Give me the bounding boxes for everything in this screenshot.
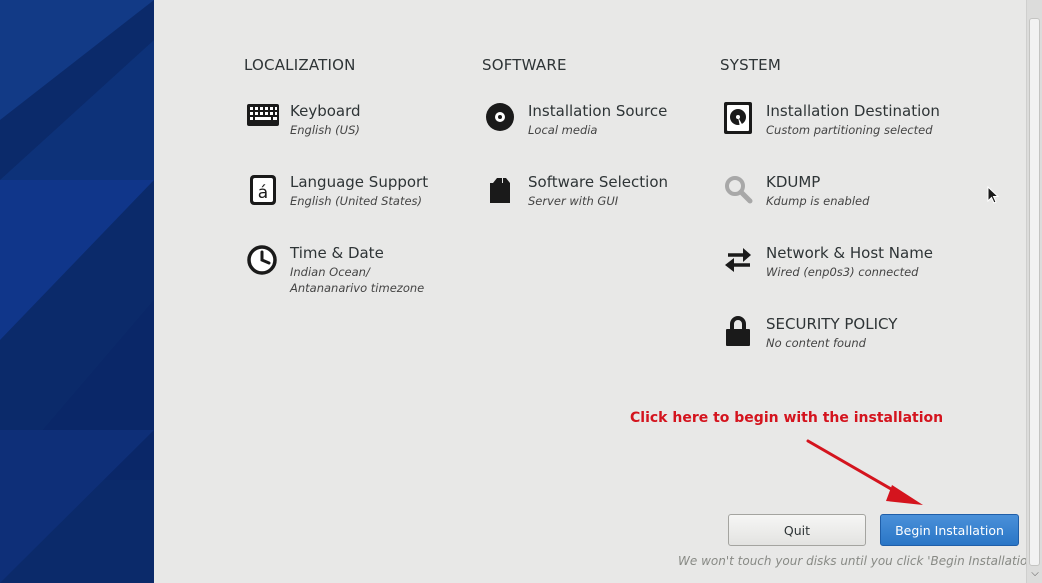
annotation-text: Click here to begin with the installatio…	[630, 410, 944, 426]
system-heading: SYSTEM	[720, 56, 781, 74]
spoke-language-support[interactable]: á Language Support English (United State…	[246, 173, 446, 233]
annotation-arrow-icon	[806, 439, 923, 505]
mouse-cursor-icon	[987, 186, 1000, 204]
lock-icon	[722, 315, 756, 349]
spoke-status: No content found	[766, 336, 866, 350]
keyboard-icon	[246, 102, 280, 136]
spoke-title: Language Support	[290, 173, 429, 191]
spoke-installation-destination[interactable]: Installation Destination Custom partitio…	[722, 102, 962, 162]
spoke-kdump[interactable]: KDUMP Kdump is enabled	[722, 173, 962, 233]
spoke-installation-source[interactable]: Installation Source Local media	[484, 102, 704, 162]
spoke-status: English (United States)	[290, 194, 423, 208]
spoke-status-line1: Indian Ocean/	[290, 265, 370, 279]
spoke-status: Server with GUI	[528, 194, 619, 208]
localization-heading: LOCALIZATION	[244, 56, 356, 74]
spoke-status: English (US)	[290, 123, 360, 137]
spoke-title: Installation Source	[528, 102, 668, 120]
spoke-security-policy[interactable]: SECURITY POLICY No content found	[722, 315, 962, 375]
spoke-software-selection[interactable]: Software Selection Server with GUI	[484, 173, 704, 233]
spoke-title: SECURITY POLICY	[766, 315, 898, 333]
spoke-title: Keyboard	[290, 102, 361, 120]
vertical-scrollbar[interactable]: ⌵	[1026, 0, 1042, 583]
svg-text:á: á	[258, 183, 268, 203]
network-arrows-icon	[722, 244, 756, 278]
disc-icon	[484, 102, 518, 136]
spoke-title: Installation Destination	[766, 102, 940, 120]
search-icon	[722, 173, 756, 207]
package-icon	[484, 173, 518, 207]
spoke-status: Kdump is enabled	[766, 194, 870, 208]
spoke-network-host-name[interactable]: Network & Host Name Wired (enp0s3) conne…	[722, 244, 962, 304]
sidebar-banner	[0, 0, 154, 583]
spoke-status: Local media	[528, 123, 598, 137]
spoke-status: Custom partitioning selected	[766, 123, 933, 137]
spoke-keyboard[interactable]: Keyboard English (US)	[246, 102, 446, 162]
spoke-title: Software Selection	[528, 173, 669, 191]
harddisk-icon	[722, 102, 756, 136]
spoke-title: Time & Date	[290, 244, 384, 262]
spoke-title: Network & Host Name	[766, 244, 934, 262]
clock-icon	[246, 244, 280, 278]
quit-button[interactable]: Quit	[728, 514, 866, 546]
begin-installation-button[interactable]: Begin Installation	[880, 514, 1019, 546]
spoke-status-line2: Antananarivo timezone	[290, 281, 425, 295]
scroll-down-icon[interactable]: ⌵	[1029, 567, 1041, 581]
footnote-text: We won't touch your disks until you clic…	[678, 554, 1042, 568]
spoke-title: KDUMP	[766, 173, 821, 191]
language-icon: á	[246, 173, 280, 207]
software-heading: SOFTWARE	[482, 56, 567, 74]
spoke-time-date[interactable]: Time & Date Indian Ocean/ Antananarivo t…	[246, 244, 446, 304]
scrollbar-thumb[interactable]	[1029, 18, 1040, 566]
spoke-status: Wired (enp0s3) connected	[766, 265, 919, 279]
